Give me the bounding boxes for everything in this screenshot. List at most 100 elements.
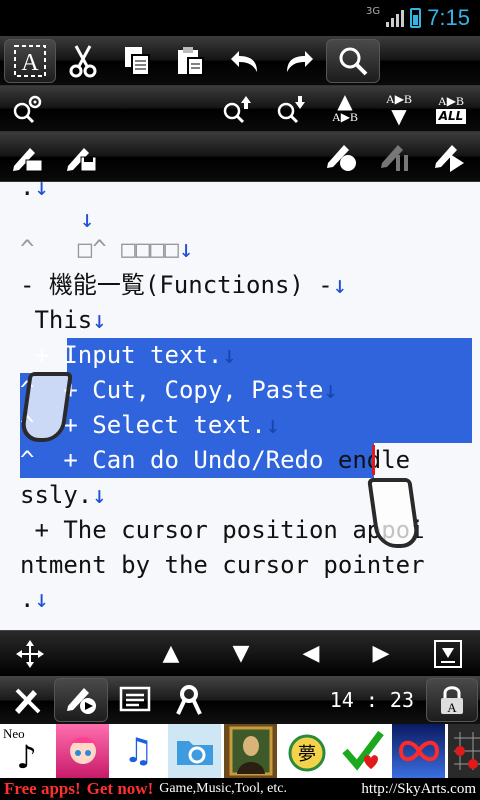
new-file-icon [13,147,43,171]
text-caret [372,445,375,475]
lock-button[interactable]: A [426,678,478,722]
undo-button[interactable] [218,39,272,83]
left-arrow-icon: ◀ [302,641,320,666]
cursor-left-button[interactable]: ◀ [276,632,346,676]
paste-button[interactable] [164,39,218,83]
replace-next-icon: ▼ [391,104,407,128]
svg-text:A: A [21,50,39,76]
ad-get-now: Get now! [86,779,154,798]
paste-icon [178,46,204,76]
clock-display: 14 : 23 [329,688,414,712]
end-of-document-button[interactable] [416,632,480,676]
cursor-up-button[interactable]: ▲ [136,632,206,676]
search-next-icon [277,95,305,123]
editor-line: ntment by the cursor pointer [20,551,425,579]
check-heart-app-icon [336,724,389,778]
editor-line: .↓ [20,585,49,613]
pen-pause-icon [381,144,408,171]
editor-line: + Input text.↓ [20,341,237,369]
cursor-pad: ▲ ▼ ◀ ▶ [0,630,480,676]
cursor-down-button[interactable]: ▼ [206,632,276,676]
up-arrow-icon: ▲ [162,641,180,666]
go-board-app-icon [448,724,480,778]
cut-button[interactable] [56,39,110,83]
pen-play-icon [435,144,464,172]
file-toolbar [0,132,480,182]
search-settings-button[interactable] [0,87,54,131]
text-editor[interactable]: .↓ ↓ ^ □^ □□□□↓ - 機能一覧(Functions) -↓ Thi… [0,182,480,630]
ad-banner[interactable]: Neo ♪ ♫ 夢 Free apps! Get now! Game,Music… [0,724,480,800]
ad-app-tiles: Neo ♪ ♫ 夢 [0,724,480,778]
ribbon-button[interactable] [162,678,216,722]
cursor-right-button[interactable]: ▶ [346,632,416,676]
lock-icon: A [441,686,463,715]
select-text-button[interactable]: A [4,38,56,83]
editor-line: ^ + Can do Undo/Redo endle [20,446,411,474]
search-toolbar: ▲ A▶B A▶B ▼ A▶B ALL [0,86,480,132]
move-button[interactable] [0,632,60,676]
tools-button[interactable] [0,678,54,722]
ribbon-icon [176,685,202,715]
copy-icon [125,46,150,76]
bottom-bar: 14 : 23 A [0,676,480,724]
redo-icon [287,50,313,72]
pen-mode-button[interactable] [54,678,108,722]
replace-previous-button[interactable]: ▲ A▶B [318,87,372,131]
search-settings-icon [13,95,42,123]
music-note-app-icon: Neo ♪ [0,724,53,778]
undo-icon [231,50,257,72]
cut-icon [69,44,97,77]
ad-neo-label: Neo [3,726,25,741]
editor-line: This↓ [20,306,107,334]
status-bar: 3G 7:15 [0,0,480,36]
blue-note-app-icon: ♫ [112,724,165,778]
ad-categories: Game,Music,Tool, etc. [159,781,287,796]
search-icon [339,47,368,75]
editor-line: .↓ [20,182,49,201]
search-next-button[interactable] [264,87,318,131]
network-type: 3G [366,6,381,17]
copy-button[interactable] [110,39,164,83]
down-arrow-icon: ▼ [232,641,250,666]
redo-button[interactable] [272,39,326,83]
tools-icon [15,688,41,714]
editor-line: + The cursor position appoi [20,516,425,544]
ad-free-apps: Free apps! [4,779,81,798]
search-previous-icon [223,95,251,123]
folder-app-icon [168,724,221,778]
search-button[interactable] [326,38,380,83]
anime-girl-app-icon [56,724,109,778]
pen-record-icon [327,144,356,171]
replace-all-icon: ALL [435,108,467,124]
list-icon [119,686,151,712]
signal-icon [386,9,405,27]
save-file-icon [67,147,97,171]
pen-mode-icon [67,688,96,714]
select-text-icon: A [14,44,46,77]
ad-footer: Free apps! Get now! Game,Music,Tool, etc… [0,778,480,800]
move-icon [16,639,44,668]
save-file-button[interactable] [54,135,108,179]
replace-all-button[interactable]: A▶B ALL [426,87,476,131]
status-clock: 7:15 [427,5,470,30]
ad-url: http://SkyArts.com [361,780,476,797]
dream-char: 夢 [298,744,316,765]
list-button[interactable] [108,678,162,722]
editor-line: ssly.↓ [20,481,107,509]
new-file-button[interactable] [0,135,54,179]
infinity-app-icon [392,724,445,778]
mona-lisa-app-icon [224,724,277,778]
pen-record-button[interactable] [314,135,368,179]
pen-pause-button[interactable] [368,135,422,179]
replace-next-button[interactable]: A▶B ▼ [372,87,426,131]
right-arrow-icon: ▶ [372,641,390,666]
search-previous-button[interactable] [210,87,264,131]
replace-all-top-label: A▶B [438,93,464,108]
dream-app-icon: 夢 [280,724,333,778]
pen-play-button[interactable] [422,135,476,179]
battery-icon [410,8,422,28]
replace-icon: ▲ [337,89,353,113]
editor-line: - 機能一覧(Functions) -↓ [20,271,348,299]
end-of-document-icon [434,639,462,668]
svg-text:A: A [447,700,457,715]
